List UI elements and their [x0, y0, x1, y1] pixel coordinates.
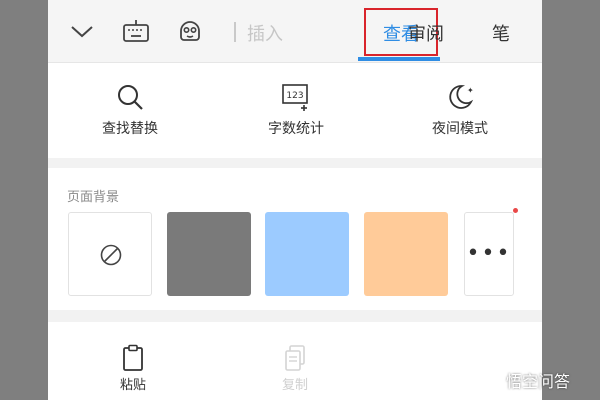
watermark-text: 悟空问答: [506, 372, 571, 391]
word-count-icon: 123: [282, 84, 308, 111]
copy-button[interactable]: 复制: [255, 340, 335, 400]
wukong-watermark: 悟空问答: [478, 368, 570, 394]
word-count-label: 字数统计: [268, 121, 324, 137]
section-divider-2: [48, 310, 542, 322]
background-swatch-orange[interactable]: [364, 212, 448, 296]
keyboard-icon[interactable]: [122, 17, 150, 45]
clipboard-icon: [123, 344, 143, 371]
tab-review[interactable]: 审阅: [398, 0, 454, 62]
find-replace-label: 查找替换: [102, 121, 158, 137]
page-background-title: 页面背景: [67, 190, 120, 205]
chevron-down-icon[interactable]: [68, 17, 96, 45]
copy-icon: [285, 345, 305, 371]
background-swatch-blue[interactable]: [265, 212, 349, 296]
find-replace-tool[interactable]: 查找替换: [65, 66, 195, 156]
search-icon: [118, 85, 143, 110]
section-divider: [48, 158, 542, 168]
assistant-face-icon[interactable]: [176, 17, 204, 45]
view-menu-panel: 插入 查看 审阅 笔 查找替换 123 字数统计 ✦ 夜间模式 页面背景 •••…: [48, 0, 542, 400]
no-background-icon: [100, 244, 122, 266]
new-indicator-dot: [513, 208, 518, 213]
more-dots-icon: •••: [466, 241, 512, 266]
tab-insert[interactable]: 插入: [240, 0, 290, 62]
paste-label: 粘贴: [119, 378, 146, 393]
background-swatch-none[interactable]: [68, 212, 152, 296]
toolbar-separator: [234, 22, 236, 42]
copy-label: 复制: [281, 378, 308, 393]
paste-button[interactable]: 粘贴: [93, 340, 173, 400]
more-backgrounds-button[interactable]: •••: [464, 212, 514, 296]
wukong-logo-icon: [479, 374, 503, 391]
tab-pen[interactable]: 笔: [486, 0, 516, 62]
ribbon-toolbar: 插入 查看 审阅 笔: [48, 0, 542, 63]
word-count-tool[interactable]: 123 字数统计: [231, 66, 361, 156]
night-mode-icon: ✦: [449, 85, 474, 109]
night-mode-tool[interactable]: ✦ 夜间模式: [395, 66, 525, 156]
svg-text:123: 123: [286, 91, 303, 101]
night-mode-label: 夜间模式: [432, 121, 488, 137]
background-swatch-gray[interactable]: [167, 212, 251, 296]
svg-text:✦: ✦: [467, 86, 474, 95]
